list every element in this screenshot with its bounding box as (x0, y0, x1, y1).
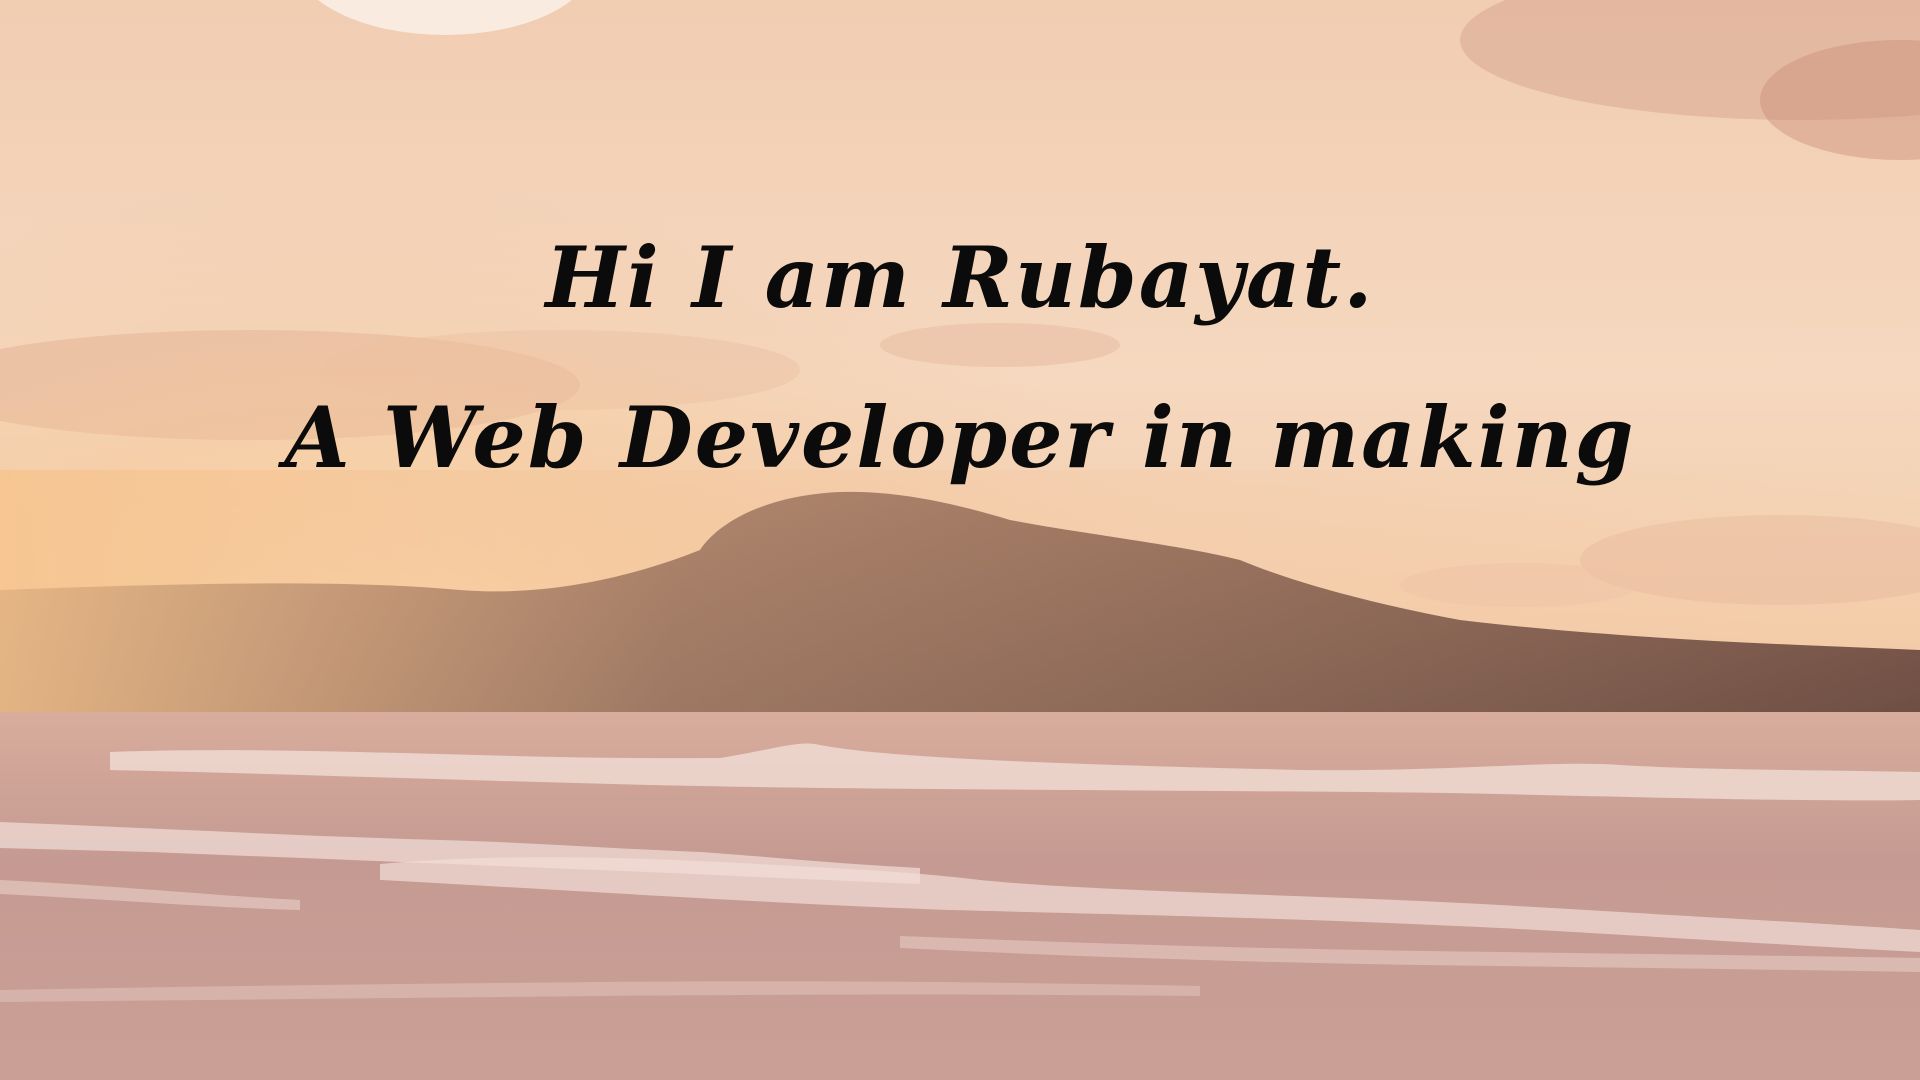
hero-headline: Hi I am Rubayat. A Web Developer in maki… (0, 198, 1920, 518)
hero-banner: Hi I am Rubayat. A Web Developer in maki… (0, 0, 1920, 1080)
greeting-line: Hi I am Rubayat. (545, 228, 1375, 327)
beach-sunset-background (0, 0, 1920, 1080)
tagline-line: A Web Developer in making (284, 388, 1636, 487)
